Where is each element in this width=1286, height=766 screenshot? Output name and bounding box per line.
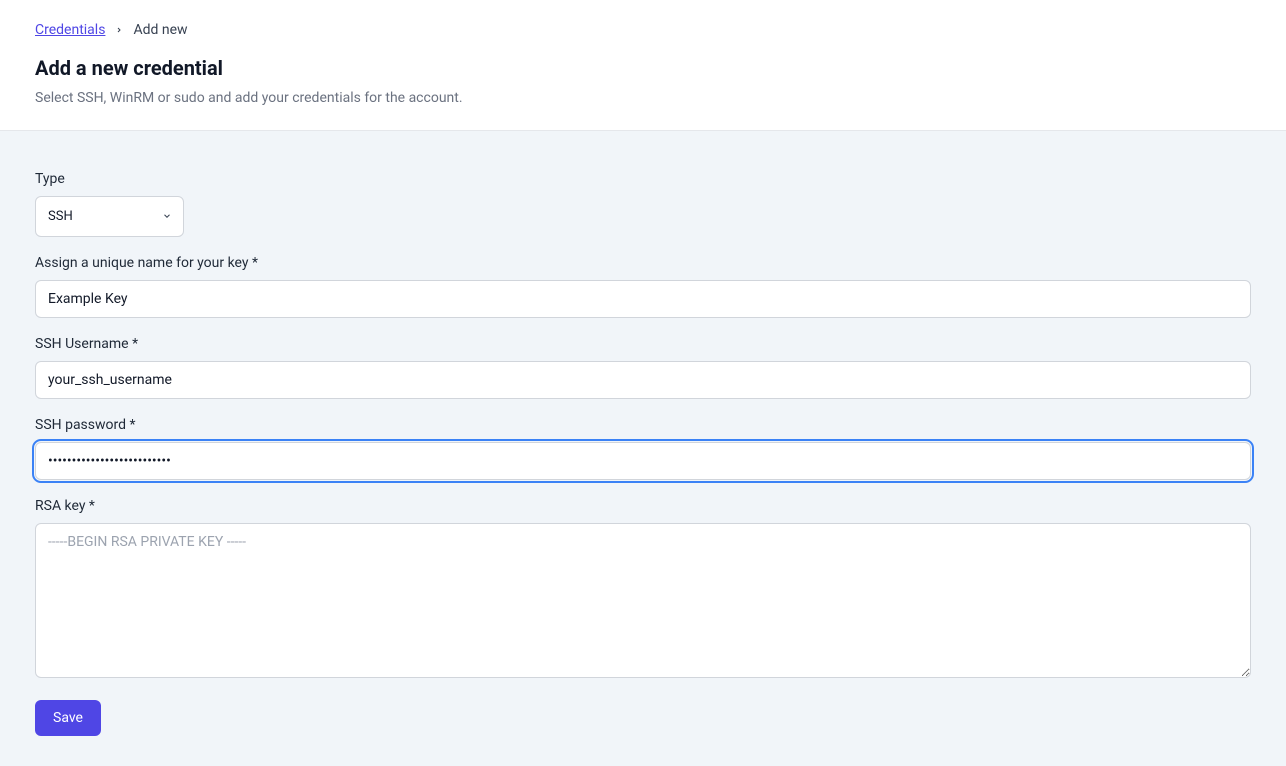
form-section: Type SSH Assign a unique name for your k… (0, 131, 1286, 766)
rsa-key-group: RSA key * (35, 498, 1251, 682)
chevron-right-icon (115, 23, 123, 37)
save-button[interactable]: Save (35, 700, 101, 736)
type-group: Type SSH (35, 171, 1251, 237)
key-name-label: Assign a unique name for your key * (35, 255, 1251, 271)
ssh-username-group: SSH Username * (35, 336, 1251, 399)
breadcrumb-root-link[interactable]: Credentials (35, 22, 105, 38)
key-name-input[interactable] (35, 280, 1251, 318)
breadcrumb: Credentials Add new (35, 22, 1251, 38)
key-name-group: Assign a unique name for your key * (35, 255, 1251, 318)
type-label: Type (35, 171, 1251, 187)
rsa-key-label: RSA key * (35, 498, 1251, 514)
rsa-key-textarea[interactable] (35, 523, 1251, 678)
page-subtitle: Select SSH, WinRM or sudo and add your c… (35, 90, 1251, 106)
ssh-username-label: SSH Username * (35, 336, 1251, 352)
type-select-wrapper: SSH (35, 196, 184, 237)
ssh-password-label: SSH password * (35, 417, 1251, 433)
header-section: Credentials Add new Add a new credential… (0, 0, 1286, 131)
ssh-password-group: SSH password * (35, 417, 1251, 480)
ssh-username-input[interactable] (35, 361, 1251, 399)
ssh-password-input[interactable] (35, 442, 1251, 480)
type-select[interactable]: SSH (35, 196, 184, 237)
page-title: Add a new credential (35, 56, 1251, 80)
breadcrumb-current: Add new (133, 22, 187, 38)
